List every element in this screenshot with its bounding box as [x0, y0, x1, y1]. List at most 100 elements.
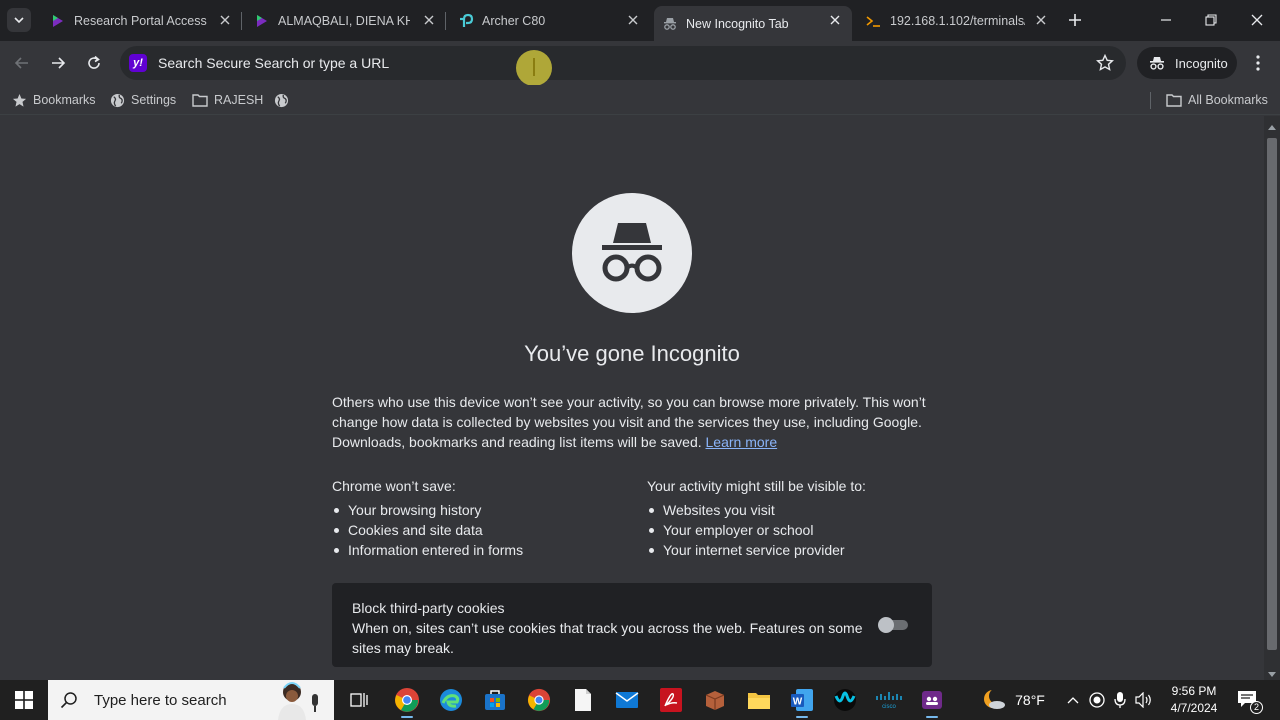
page-scrollbar[interactable] — [1264, 116, 1280, 680]
restore-button[interactable] — [1199, 8, 1223, 32]
taskbar-teams[interactable] — [912, 684, 952, 718]
tab-almaqbali[interactable]: ALMAQBALI, DIENA KHA — [244, 0, 446, 41]
close-tab-icon[interactable] — [1034, 13, 1048, 27]
tray-record-button[interactable] — [1087, 680, 1107, 720]
list-item: Websites you visit — [647, 500, 947, 520]
notification-count-badge: 2 — [1250, 701, 1263, 714]
weather-widget[interactable]: 78°F — [978, 680, 1048, 720]
folder-icon — [1166, 94, 1182, 107]
taskbar-file-explorer[interactable] — [739, 684, 779, 716]
close-tab-icon[interactable] — [218, 13, 232, 27]
close-tab-icon[interactable] — [626, 13, 640, 27]
list-item: Your employer or school — [647, 520, 947, 540]
bookmark-bookmarks[interactable]: Bookmarks — [12, 91, 96, 109]
third-party-cookies-card: Block third-party cookies When on, sites… — [332, 583, 932, 667]
search-highlight-illustration-icon — [264, 680, 328, 720]
activity-visible-section: Your activity might still be visible to:… — [647, 476, 947, 560]
close-tab-icon[interactable] — [422, 13, 436, 27]
section-title: Your activity might still be visible to: — [647, 476, 947, 500]
scrollbar-thumb[interactable] — [1267, 138, 1277, 650]
search-icon — [60, 692, 77, 709]
tab-terminals[interactable]: 192.168.1.102/terminals/ — [856, 0, 1058, 41]
bookmark-settings[interactable]: Settings — [110, 91, 176, 109]
close-tab-icon[interactable] — [828, 13, 842, 27]
incognito-page: You’ve gone Incognito Others who use thi… — [0, 116, 1264, 680]
record-icon — [1089, 692, 1105, 708]
taskbar-edge[interactable] — [431, 684, 471, 716]
all-bookmarks-label: All Bookmarks — [1188, 93, 1268, 107]
tab-title: Archer C80 — [482, 13, 546, 28]
notification-center-button[interactable]: 2 — [1236, 688, 1263, 714]
bookmark-star-icon[interactable] — [1095, 53, 1115, 77]
back-button[interactable] — [10, 51, 34, 75]
taskbar-notepad[interactable] — [563, 684, 603, 716]
page-title: You’ve gone Incognito — [524, 341, 740, 366]
all-bookmarks-button[interactable]: All Bookmarks — [1166, 91, 1268, 109]
taskbar-word[interactable]: W — [782, 684, 822, 718]
new-tab-button[interactable] — [1066, 11, 1084, 29]
plus-icon — [1069, 14, 1081, 26]
taskbar-app-box[interactable] — [695, 684, 735, 716]
minimize-button[interactable] — [1154, 8, 1178, 32]
taskbar-chrome-profile[interactable] — [387, 684, 427, 718]
tray-volume-button[interactable] — [1134, 680, 1154, 720]
address-bar[interactable]: y! Search Secure Search or type a URL — [120, 46, 1126, 80]
browser-menu-button[interactable] — [1248, 51, 1268, 75]
chrome-wont-save-section: Chrome won’t save: Your browsing history… — [332, 476, 632, 560]
bookmark-label: Bookmarks — [33, 93, 96, 107]
research-portal-favicon-icon — [50, 13, 66, 29]
taskbar-clock[interactable]: 9:56 PM 4/7/2024 — [1162, 683, 1226, 717]
svg-text:W: W — [793, 697, 803, 708]
section-title-emphasis: might — [725, 478, 761, 494]
taskbar-search-box[interactable]: Type here to search — [48, 680, 334, 720]
tray-microphone-button[interactable] — [1111, 680, 1129, 720]
tab-research-portal[interactable]: Research Portal Access du — [40, 0, 242, 41]
globe-icon — [110, 93, 125, 107]
mail-icon — [615, 692, 639, 708]
block-cookies-toggle[interactable] — [878, 616, 910, 634]
taskbar-acrobat[interactable] — [651, 684, 691, 716]
acrobat-icon — [660, 688, 682, 712]
bookmark-label: RAJESH — [214, 93, 264, 107]
weather-temperature: 78°F — [1015, 692, 1045, 708]
incognito-label: Incognito — [1175, 55, 1228, 71]
cookie-card-description: When on, sites can’t use cookies that tr… — [352, 620, 863, 656]
taskbar-cisco[interactable]: cisco — [869, 684, 909, 716]
scroll-up-arrow-icon[interactable] — [1268, 125, 1276, 130]
scroll-down-arrow-icon[interactable] — [1268, 672, 1276, 677]
bookmark-globe[interactable] — [274, 91, 295, 109]
svg-text:cisco: cisco — [882, 704, 896, 710]
incognito-profile-button[interactable]: Incognito — [1137, 47, 1237, 79]
taskbar-store[interactable] — [475, 684, 515, 716]
tab-search-button[interactable] — [7, 8, 31, 32]
tab-strip: Research Portal Access du ALMAQBALI, DIE… — [0, 0, 1280, 41]
taskbar-webex[interactable] — [825, 684, 865, 716]
close-icon — [1251, 14, 1263, 26]
tab-title: New Incognito Tab — [686, 16, 789, 31]
cursor-highlight — [516, 50, 552, 86]
cisco-icon: cisco — [876, 692, 902, 710]
incognito-hero-icon — [572, 193, 692, 313]
tp-link-favicon-icon — [458, 13, 474, 29]
bookmark-label: Settings — [131, 93, 177, 107]
tab-archer-c80[interactable]: Archer C80 — [448, 0, 650, 41]
bookmark-folder-rajesh[interactable]: RAJESH — [192, 91, 263, 109]
reload-icon — [88, 55, 100, 69]
learn-more-link[interactable]: Learn more — [706, 434, 778, 450]
start-button[interactable] — [0, 680, 48, 720]
windows-taskbar: Type here to search W cisco 78°F 9:56 PM… — [0, 680, 1280, 720]
webex-icon — [834, 689, 856, 711]
reload-button[interactable] — [82, 51, 106, 75]
taskbar-mail[interactable] — [607, 684, 647, 716]
forward-button[interactable] — [46, 51, 70, 75]
minimize-icon — [1161, 19, 1171, 21]
almaqbali-favicon-icon — [254, 13, 270, 29]
tab-new-incognito[interactable]: New Incognito Tab — [654, 6, 852, 41]
taskbar-search-placeholder: Type here to search — [94, 691, 227, 709]
speaker-icon — [1135, 692, 1151, 708]
task-view-button[interactable] — [339, 684, 379, 716]
tab-title: ALMAQBALI, DIENA KHA — [278, 13, 410, 28]
close-window-button[interactable] — [1245, 8, 1269, 32]
taskbar-chrome[interactable] — [519, 684, 559, 716]
show-hidden-icons-button[interactable] — [1064, 680, 1082, 720]
